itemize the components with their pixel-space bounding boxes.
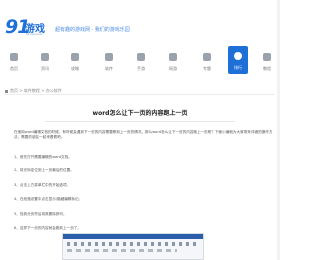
nav-item-software[interactable]: 软件 <box>100 48 118 76</box>
home-icon <box>5 89 8 93</box>
site-slogan: 超有趣的游戏网 · 我们的游戏乐园 <box>55 27 130 33</box>
nav-label: 教程 <box>263 66 271 71</box>
breadcrumb-text[interactable]: 首页 > 软件教程 > 办公软件 <box>10 88 62 93</box>
nav-label: 手游 <box>137 66 145 71</box>
book-icon <box>263 53 271 61</box>
site-header: 91 游戏 91xiayouxi 超有趣的游戏网 · 我们的游戏乐园 <box>0 0 280 40</box>
nav-item-tutorials[interactable]: 教程 <box>258 48 276 76</box>
nav-label: 资讯 <box>41 66 49 71</box>
screenshot-ribbon <box>67 249 177 252</box>
scrollbar[interactable] <box>277 0 280 260</box>
article-intro: 在使用word编辑文档的时候，有时候会遇到下一页的内容需要移到上一页的情况，那么… <box>14 130 273 139</box>
nav-item-guides[interactable]: 攻略 <box>66 48 84 76</box>
main-nav: 首页 资讯 攻略 软件 手游 网游 专题 排行 教程 <box>0 46 280 78</box>
nav-item-rankings-active[interactable]: 排行 <box>228 46 248 74</box>
title-divider <box>45 121 235 122</box>
article-step: 6、这样下一页的内容就会跑到上一页了。 <box>14 226 81 230</box>
nav-item-mobile-games[interactable]: 手游 <box>132 48 150 76</box>
nav-label: 攻略 <box>71 66 79 71</box>
word-screenshot-image <box>62 233 204 260</box>
screenshot-titlebar <box>63 234 203 239</box>
software-icon <box>105 53 113 61</box>
article-step: 4、在段落设置中点击显示/隐藏编辑标记。 <box>14 197 83 201</box>
article-step: 3、点击上方菜单栏中的开始选项。 <box>14 183 71 187</box>
home-icon <box>10 53 18 61</box>
gamepad-icon <box>137 53 145 61</box>
page: 91 游戏 91xiayouxi 超有趣的游戏网 · 我们的游戏乐园 首页 资讯… <box>0 0 280 260</box>
nav-item-online-games[interactable]: 网游 <box>164 48 182 76</box>
globe-icon <box>169 53 177 61</box>
site-logo[interactable]: 91 游戏 91xiayouxi <box>5 16 53 38</box>
nav-label: 排行 <box>234 65 242 70</box>
nav-item-home[interactable]: 首页 <box>5 48 23 76</box>
article-title: word怎么让下一页的内容跑上一页 <box>92 110 188 117</box>
screenshot-toolbar <box>67 242 199 246</box>
nav-item-topics[interactable]: 专题 <box>198 48 216 76</box>
nav-label: 首页 <box>10 66 18 71</box>
article-step: 2、将光标定位到上一页最后的位置。 <box>14 168 74 172</box>
article-step: 5、找到分页符后将其删除即可。 <box>14 212 67 216</box>
nav-label: 专题 <box>203 66 211 71</box>
topic-icon <box>203 53 211 61</box>
ranking-icon <box>234 52 242 60</box>
news-icon <box>41 53 49 61</box>
nav-label: 网游 <box>169 66 177 71</box>
article-step: 1、首先打开需要编辑的word文档。 <box>14 155 72 159</box>
guide-icon <box>71 53 79 61</box>
logo-subtitle: 91xiayouxi <box>26 32 43 36</box>
divider <box>5 94 275 95</box>
nav-item-news[interactable]: 资讯 <box>36 48 54 76</box>
nav-label: 软件 <box>105 66 113 71</box>
